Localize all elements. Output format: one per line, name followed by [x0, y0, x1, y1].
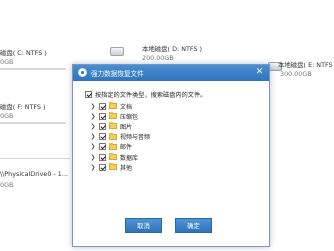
drive-c-usage-bar — [0, 68, 66, 70]
expand-arrow-icon[interactable]: ❯ — [89, 143, 97, 150]
search-by-type-checkbox[interactable] — [85, 90, 92, 98]
tree-item-label: 压缩包 — [120, 113, 139, 121]
expand-arrow-icon[interactable]: ❯ — [89, 164, 97, 171]
tree-item-label: 文档 — [120, 103, 133, 111]
search-by-type-label: 按指定的文件类型，搜索磁盘内的文件。 — [95, 91, 207, 99]
tree-item-images[interactable]: ❯ 图片 — [89, 121, 150, 131]
tree-item-label: 视频与音频 — [120, 134, 151, 142]
drive-c-size: 0GB — [0, 58, 14, 66]
file-type-tree: ❯ 文档 ❯ 压缩包 ❯ 图片 ❯ 视频与音频 ❯ 邮件 ❯ 数据库 ❯ 其他 — [89, 101, 150, 172]
tree-item-archives[interactable]: ❯ 压缩包 — [89, 111, 150, 121]
tree-item-label: 邮件 — [120, 144, 133, 152]
drive-d-size: 200.00GB — [142, 54, 174, 62]
expand-arrow-icon[interactable]: ❯ — [89, 113, 97, 120]
drive-e-size: 300.00GB — [280, 70, 312, 78]
drive-d-icon — [110, 47, 124, 56]
drive-c-name[interactable]: 磁盘( C: NTFS ) — [0, 48, 47, 57]
expand-arrow-icon[interactable]: ❯ — [89, 154, 97, 161]
app-window: 磁盘( C: NTFS ) 0GB 本地磁盘( D: NTFS ) 200.00… — [0, 0, 334, 251]
tree-item-checkbox[interactable] — [99, 143, 106, 151]
tree-item-checkbox[interactable] — [99, 112, 106, 120]
folder-icon — [109, 153, 117, 161]
drive-e-name[interactable]: 本地磁盘( E: NTFS — [278, 60, 333, 69]
tree-item-video-audio[interactable]: ❯ 视频与音频 — [89, 132, 150, 142]
folder-icon — [109, 163, 117, 171]
folder-icon — [109, 142, 117, 150]
expand-arrow-icon[interactable]: ❯ — [89, 133, 97, 140]
ok-button[interactable]: 确定 — [175, 218, 212, 233]
recover-files-dialog: 强力数据恢复文件 ✕ 按指定的文件类型，搜索磁盘内的文件。 ❯ 文档 ❯ 压缩包… — [72, 64, 270, 247]
cancel-button[interactable]: 取消 — [125, 218, 162, 233]
drive-f-usage-bar — [0, 122, 66, 124]
tree-item-label: 图片 — [120, 123, 133, 131]
drive-f-name[interactable]: 磁盘( F: NTFS ) — [0, 102, 46, 111]
app-logo-icon — [78, 68, 87, 77]
dialog-titlebar[interactable]: 强力数据恢复文件 ✕ — [73, 65, 269, 81]
tree-item-documents[interactable]: ❯ 文档 — [89, 101, 150, 111]
folder-icon — [109, 122, 117, 130]
tree-item-label: 其他 — [120, 164, 133, 172]
physical-drive-size: 0GB — [0, 181, 14, 189]
drive-d-name[interactable]: 本地磁盘( D: NTFS ) — [142, 44, 202, 53]
drive-f-size: 0GB — [0, 112, 14, 120]
physical-drive-name[interactable]: \\PhysicalDrive0 - 1... — [0, 170, 68, 178]
dialog-title: 强力数据恢复文件 — [91, 70, 144, 78]
tree-item-checkbox[interactable] — [99, 102, 106, 110]
tree-item-label: 数据库 — [120, 154, 139, 162]
tree-item-checkbox[interactable] — [99, 163, 106, 171]
tree-item-database[interactable]: ❯ 数据库 — [89, 152, 150, 162]
tree-item-email[interactable]: ❯ 邮件 — [89, 142, 150, 152]
section-divider — [0, 158, 70, 159]
tree-item-checkbox[interactable] — [99, 153, 106, 161]
search-by-type-option[interactable]: 按指定的文件类型，搜索磁盘内的文件。 — [85, 89, 206, 99]
folder-icon — [109, 112, 117, 120]
folder-icon — [109, 102, 117, 110]
tree-item-other[interactable]: ❯ 其他 — [89, 162, 150, 172]
tree-item-checkbox[interactable] — [99, 122, 106, 130]
expand-arrow-icon[interactable]: ❯ — [89, 123, 97, 130]
close-icon[interactable]: ✕ — [254, 67, 265, 78]
tree-item-checkbox[interactable] — [99, 133, 106, 141]
folder-icon — [109, 132, 117, 140]
expand-arrow-icon[interactable]: ❯ — [89, 103, 97, 110]
